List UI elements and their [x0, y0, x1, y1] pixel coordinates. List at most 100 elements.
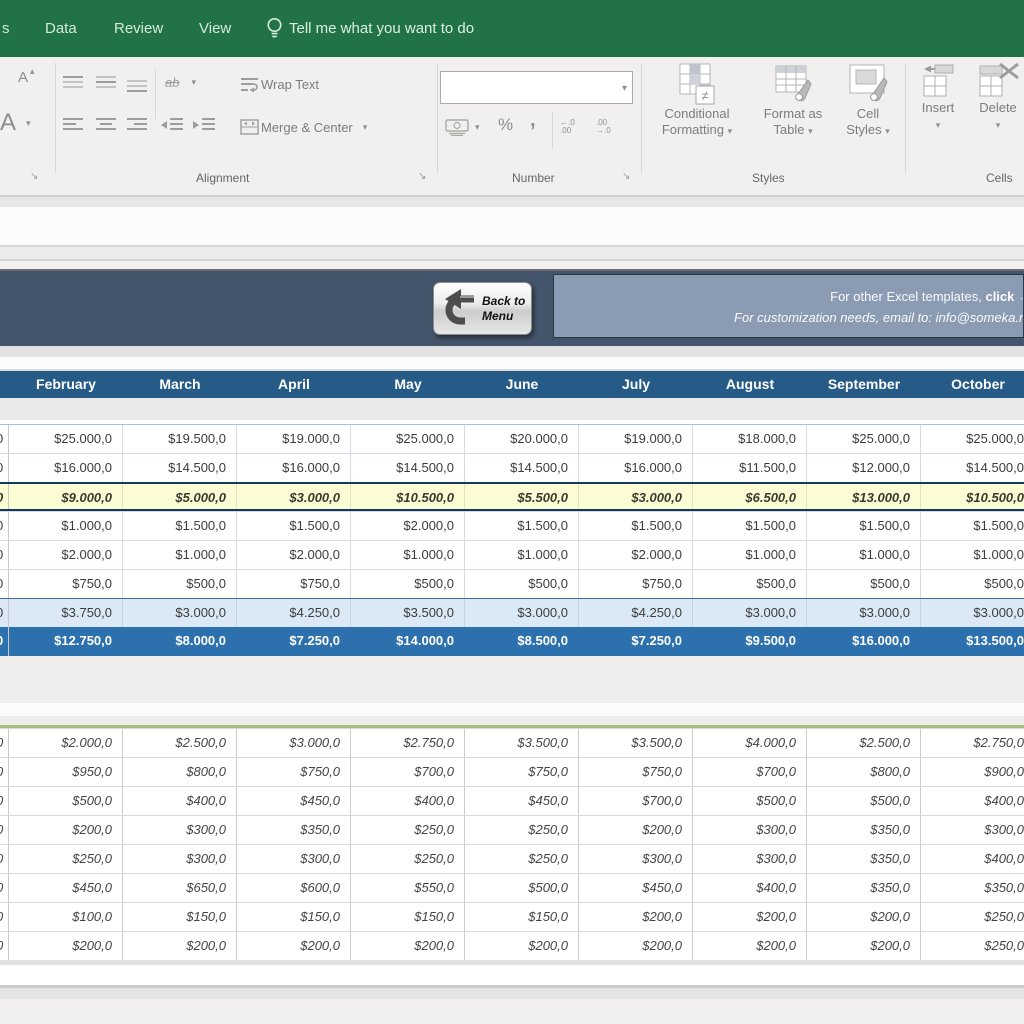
value-cell[interactable]: $350,0	[921, 874, 1024, 902]
value-cell[interactable]: $4.250,0	[237, 599, 351, 627]
value-cell[interactable]: $700,0	[579, 787, 693, 815]
value-cell[interactable]: $1.500,0	[465, 512, 579, 540]
value-cell[interactable]: $200,0	[9, 816, 123, 844]
value-cell[interactable]: $1.500,0	[693, 512, 807, 540]
value-cell[interactable]: $2.000,0	[351, 512, 465, 540]
value-cell[interactable]: $500,0	[693, 570, 807, 598]
value-cell[interactable]: $750,0	[579, 758, 693, 786]
value-cell[interactable]: $2.500,0	[123, 729, 237, 757]
value-cell[interactable]: $1.000,0	[351, 541, 465, 569]
value-cell[interactable]: $300,0	[579, 845, 693, 873]
clipped-cell[interactable]: 0	[0, 425, 9, 453]
value-cell[interactable]: $400,0	[921, 845, 1024, 873]
value-cell[interactable]: $200,0	[579, 903, 693, 931]
increase-indent-button[interactable]	[192, 117, 216, 133]
value-cell[interactable]: $1.000,0	[921, 541, 1024, 569]
value-cell[interactable]: $500,0	[693, 787, 807, 815]
value-cell[interactable]: $1.000,0	[465, 541, 579, 569]
value-cell[interactable]: $250,0	[465, 845, 579, 873]
value-cell[interactable]: $350,0	[807, 816, 921, 844]
value-cell[interactable]: $500,0	[921, 570, 1024, 598]
value-cell[interactable]: $2.750,0	[351, 729, 465, 757]
value-cell[interactable]: $500,0	[807, 570, 921, 598]
increase-decimal-button[interactable]: ←.0.00	[560, 119, 575, 135]
insert-cells-button[interactable]: Insert▾	[912, 62, 964, 133]
value-cell[interactable]: $5.000,0	[123, 484, 237, 509]
value-cell[interactable]: $200,0	[807, 932, 921, 960]
value-cell[interactable]: $14.500,0	[123, 454, 237, 482]
value-cell[interactable]: $150,0	[351, 903, 465, 931]
value-cell[interactable]: $1.500,0	[921, 512, 1024, 540]
value-cell[interactable]: $18.000,0	[693, 425, 807, 453]
align-middle-button[interactable]	[95, 75, 117, 89]
value-cell[interactable]: $16.000,0	[807, 627, 921, 656]
comma-style-button[interactable]: ,	[530, 109, 536, 132]
value-cell[interactable]: $13.000,0	[807, 484, 921, 509]
value-cell[interactable]: $9.000,0	[9, 484, 123, 509]
value-cell[interactable]: $25.000,0	[351, 425, 465, 453]
number-dialog-launcher-icon[interactable]: ↘	[622, 171, 630, 182]
value-cell[interactable]: $3.000,0	[807, 599, 921, 627]
value-cell[interactable]: $2.000,0	[237, 541, 351, 569]
tell-me-box[interactable]: Tell me what you want to do	[289, 0, 474, 57]
value-cell[interactable]: $2.000,0	[579, 541, 693, 569]
value-cell[interactable]: $19.500,0	[123, 425, 237, 453]
value-cell[interactable]: $450,0	[465, 787, 579, 815]
accounting-format-button[interactable]: ▾	[445, 119, 480, 136]
value-cell[interactable]: $3.500,0	[351, 599, 465, 627]
grow-font-button[interactable]: A ▴	[18, 69, 35, 86]
value-cell[interactable]: $150,0	[123, 903, 237, 931]
value-cell[interactable]: $25.000,0	[921, 425, 1024, 453]
delete-cells-button[interactable]: Delete▾	[968, 62, 1024, 133]
value-cell[interactable]: $300,0	[693, 816, 807, 844]
value-cell[interactable]: $800,0	[807, 758, 921, 786]
value-cell[interactable]: $3.000,0	[579, 484, 693, 509]
conditional-formatting-button[interactable]: ≠ ConditionalFormatting ▾	[649, 62, 745, 139]
tab-view[interactable]: View	[199, 0, 231, 57]
value-cell[interactable]: $14.500,0	[921, 454, 1024, 482]
value-cell[interactable]: $3.500,0	[579, 729, 693, 757]
value-cell[interactable]: $20.000,0	[465, 425, 579, 453]
decrease-indent-button[interactable]	[160, 117, 184, 133]
value-cell[interactable]: $6.500,0	[693, 484, 807, 509]
align-left-button[interactable]	[62, 117, 84, 133]
click-link[interactable]: click →	[985, 289, 1024, 304]
value-cell[interactable]: $3.500,0	[465, 729, 579, 757]
value-cell[interactable]: $200,0	[123, 932, 237, 960]
clipped-cell[interactable]: 0	[0, 845, 9, 873]
value-cell[interactable]: $300,0	[123, 816, 237, 844]
value-cell[interactable]: $500,0	[465, 874, 579, 902]
value-cell[interactable]: $950,0	[9, 758, 123, 786]
value-cell[interactable]: $750,0	[579, 570, 693, 598]
value-cell[interactable]: $750,0	[237, 570, 351, 598]
merge-center-button[interactable]: Merge & Center ▾	[240, 119, 367, 135]
font-color-button[interactable]: A ▾	[0, 109, 31, 137]
value-cell[interactable]: $550,0	[351, 874, 465, 902]
value-cell[interactable]: $200,0	[9, 932, 123, 960]
value-cell[interactable]: $8.000,0	[123, 627, 237, 656]
value-cell[interactable]: $400,0	[921, 787, 1024, 815]
value-cell[interactable]: $10.500,0	[351, 484, 465, 509]
value-cell[interactable]: $200,0	[807, 903, 921, 931]
clipped-cell[interactable]: 0	[0, 903, 9, 931]
value-cell[interactable]: $3.000,0	[237, 484, 351, 509]
value-cell[interactable]: $1.500,0	[807, 512, 921, 540]
value-cell[interactable]: $19.000,0	[579, 425, 693, 453]
value-cell[interactable]: $250,0	[9, 845, 123, 873]
value-cell[interactable]: $3.000,0	[237, 729, 351, 757]
value-cell[interactable]: $500,0	[807, 787, 921, 815]
value-cell[interactable]: $1.000,0	[807, 541, 921, 569]
value-cell[interactable]: $12.000,0	[807, 454, 921, 482]
clipped-cell[interactable]: 0	[0, 787, 9, 815]
value-cell[interactable]: $200,0	[237, 932, 351, 960]
value-cell[interactable]: $1.500,0	[123, 512, 237, 540]
value-cell[interactable]: $5.500,0	[465, 484, 579, 509]
value-cell[interactable]: $200,0	[579, 816, 693, 844]
value-cell[interactable]: $450,0	[9, 874, 123, 902]
tab-formulas-partial[interactable]: s	[2, 0, 10, 57]
value-cell[interactable]: $14.500,0	[465, 454, 579, 482]
decrease-decimal-button[interactable]: .00→.0	[596, 119, 611, 135]
clipped-cell[interactable]: 0	[0, 454, 9, 482]
value-cell[interactable]: $250,0	[351, 816, 465, 844]
alignment-dialog-launcher-icon[interactable]: ↘	[418, 171, 426, 182]
